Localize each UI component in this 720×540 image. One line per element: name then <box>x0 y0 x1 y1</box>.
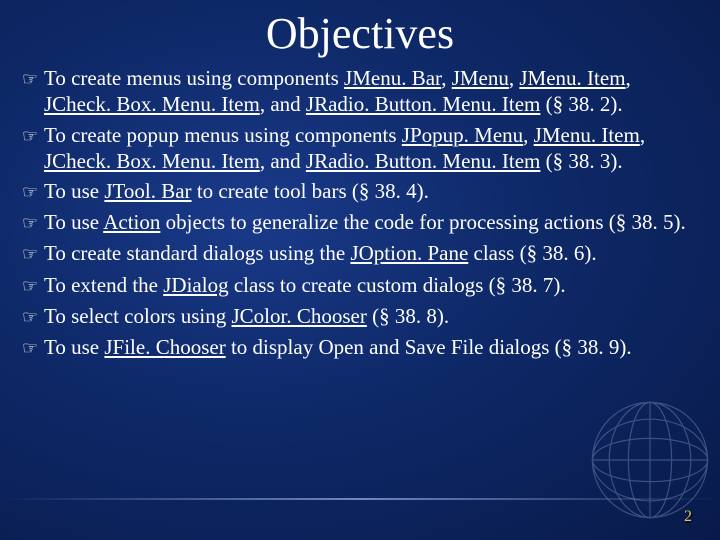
objective-item: ☞To create popup menus using components … <box>22 122 698 175</box>
objective-item: ☞To select colors using JColor. Chooser … <box>22 303 698 330</box>
objective-text: To create popup menus using components J… <box>44 122 698 175</box>
objective-text: To create menus using components JMenu. … <box>44 65 698 118</box>
globe-icon <box>590 400 710 520</box>
objective-item: ☞To use Action objects to generalize the… <box>22 209 698 236</box>
objective-text: To select colors using JColor. Chooser (… <box>44 303 698 329</box>
objective-item: ☞To extend the JDialog class to create c… <box>22 272 698 299</box>
pointing-hand-icon: ☞ <box>22 272 44 299</box>
slide: Objectives ☞To create menus using compon… <box>0 0 720 540</box>
page-number: 2 <box>684 508 692 526</box>
objective-item: ☞To create standard dialogs using the JO… <box>22 240 698 267</box>
objective-text: To use JFile. Chooser to display Open an… <box>44 334 698 360</box>
objective-text: To use JTool. Bar to create tool bars (§… <box>44 178 698 204</box>
pointing-hand-icon: ☞ <box>22 240 44 267</box>
pointing-hand-icon: ☞ <box>22 178 44 205</box>
objective-item: ☞To use JFile. Chooser to display Open a… <box>22 334 698 361</box>
objective-text: To use Action objects to generalize the … <box>44 209 698 235</box>
objective-text: To extend the JDialog class to create cu… <box>44 272 698 298</box>
pointing-hand-icon: ☞ <box>22 65 44 92</box>
divider <box>0 498 720 500</box>
pointing-hand-icon: ☞ <box>22 209 44 236</box>
slide-title: Objectives <box>0 0 720 59</box>
objective-item: ☞To create menus using components JMenu.… <box>22 65 698 118</box>
objective-item: ☞To use JTool. Bar to create tool bars (… <box>22 178 698 205</box>
pointing-hand-icon: ☞ <box>22 122 44 149</box>
objective-text: To create standard dialogs using the JOp… <box>44 240 698 266</box>
pointing-hand-icon: ☞ <box>22 334 44 361</box>
objectives-list: ☞To create menus using components JMenu.… <box>0 59 720 361</box>
pointing-hand-icon: ☞ <box>22 303 44 330</box>
